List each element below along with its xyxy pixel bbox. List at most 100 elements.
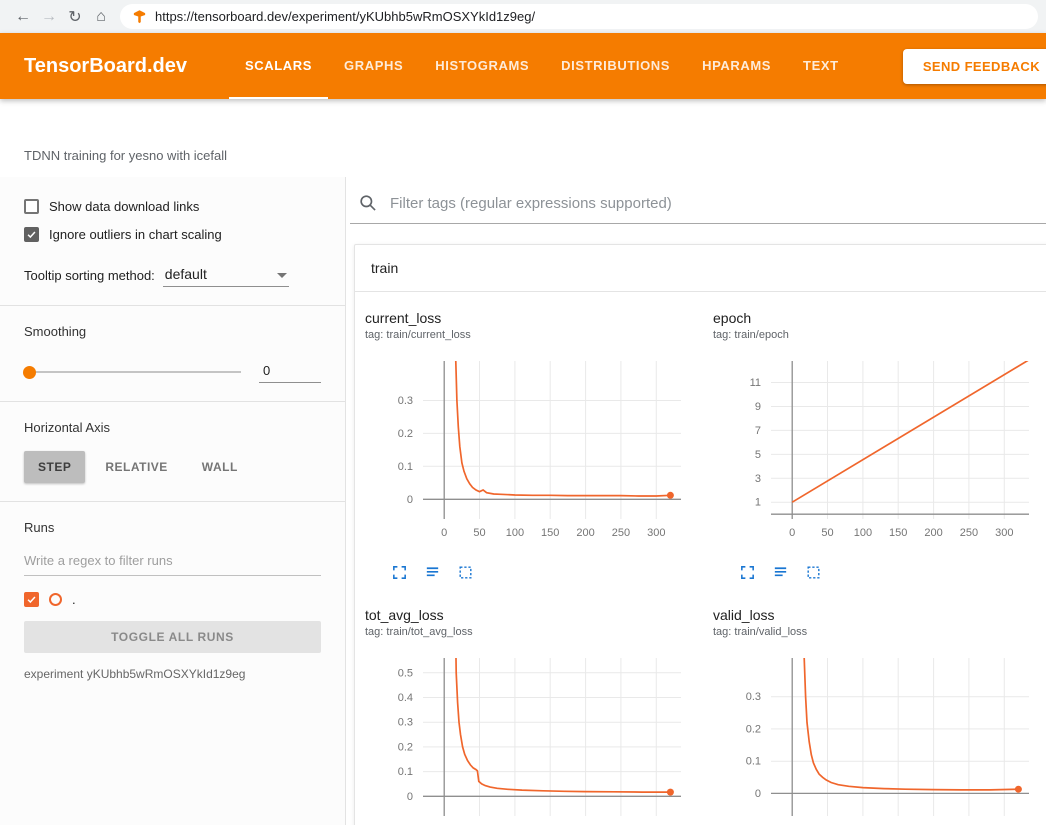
tab-hparams[interactable]: HPARAMS <box>686 33 787 99</box>
slider-thumb[interactable] <box>23 366 36 379</box>
chart-tot_avg_loss: tot_avg_loss tag: train/tot_avg_loss 0 0.1 0… <box>365 607 705 825</box>
axis-button-wall[interactable]: WALL <box>188 451 252 483</box>
svg-text:250: 250 <box>960 527 978 539</box>
chart-toolbar <box>713 564 1046 581</box>
chart-plot-container: 00.10.20.3050100150200250300 <box>365 353 705 560</box>
runs-filter <box>24 549 321 576</box>
chart-plot[interactable]: 00.10.20.30.40.5050100150200250300 <box>365 650 695 825</box>
axis-button-relative[interactable]: RELATIVE <box>91 451 181 483</box>
train-group-header[interactable]: train <box>355 245 1046 292</box>
expand-chart-icon[interactable] <box>391 564 408 581</box>
chart-title: tot_avg_loss <box>365 607 705 623</box>
chart-plot-container: 00.10.20.3050100150200250300 <box>713 650 1046 825</box>
sidebar: Show data download links Ignore outliers… <box>0 177 346 825</box>
chart-toolbar <box>365 564 705 581</box>
svg-text:50: 50 <box>821 527 833 539</box>
svg-text:0.4: 0.4 <box>398 692 413 704</box>
divider <box>0 501 345 502</box>
svg-text:7: 7 <box>755 425 761 437</box>
run-color-indicator-icon <box>49 593 62 606</box>
home-icon[interactable]: ⌂ <box>88 8 114 26</box>
smoothing-slider-row: 0 <box>24 361 321 383</box>
url-text: https://tensorboard.dev/experiment/yKUbh… <box>155 9 535 24</box>
experiment-title-bar: TDNN training for yesno with icefall <box>0 99 1046 177</box>
chart-tag: tag: train/current_loss <box>365 329 705 341</box>
send-feedback-button[interactable]: SEND FEEDBACK <box>903 49 1046 84</box>
ignore-outliers-row[interactable]: Ignore outliers in chart scaling <box>24 227 321 242</box>
show-download-label: Show data download links <box>49 199 199 214</box>
ignore-outliers-checkbox[interactable] <box>24 227 39 242</box>
chart-title: epoch <box>713 310 1046 326</box>
log-scale-toggle-icon[interactable] <box>424 564 441 581</box>
svg-text:200: 200 <box>576 527 594 539</box>
toggle-all-runs-button[interactable]: TOGGLE ALL RUNS <box>24 621 321 653</box>
filter-tags-input[interactable] <box>388 194 1038 213</box>
app-logo[interactable]: TensorBoard.dev <box>24 55 187 78</box>
svg-text:0: 0 <box>755 788 761 800</box>
fit-domain-icon[interactable] <box>805 564 822 581</box>
svg-text:150: 150 <box>889 527 907 539</box>
svg-text:150: 150 <box>541 527 559 539</box>
svg-text:0: 0 <box>407 494 413 506</box>
chart-tag: tag: train/tot_avg_loss <box>365 626 705 638</box>
log-scale-toggle-icon[interactable] <box>772 564 789 581</box>
svg-text:9: 9 <box>755 401 761 413</box>
smoothing-label: Smoothing <box>24 324 321 339</box>
train-card: train current_loss tag: train/current_los… <box>354 244 1046 825</box>
svg-text:0: 0 <box>441 527 447 539</box>
tab-histograms[interactable]: HISTOGRAMS <box>419 33 545 99</box>
chart-plot[interactable]: 00.10.20.3050100150200250300 <box>713 650 1043 825</box>
expand-chart-icon[interactable] <box>739 564 756 581</box>
reload-icon[interactable]: ↻ <box>62 7 88 27</box>
divider <box>0 401 345 402</box>
runs-regex-input[interactable] <box>24 549 321 576</box>
chart-epoch: epochtag: train/epoch1357911050100150200… <box>713 310 1046 581</box>
smoothing-slider[interactable] <box>24 371 241 373</box>
svg-text:0.1: 0.1 <box>398 766 413 778</box>
run-item: . <box>24 592 321 607</box>
svg-text:300: 300 <box>647 527 665 539</box>
page-content: Show data download links Ignore outliers… <box>0 177 1046 825</box>
svg-text:0.2: 0.2 <box>398 741 413 753</box>
chart-plot[interactable]: 1357911050100150200250300 <box>713 353 1043 555</box>
horizontal-axis-label: Horizontal Axis <box>24 420 321 435</box>
address-bar[interactable]: https://tensorboard.dev/experiment/yKUbh… <box>120 4 1038 29</box>
svg-text:0.3: 0.3 <box>746 691 761 703</box>
search-icon <box>358 193 378 213</box>
header-tabs: SCALARSGRAPHSHISTOGRAMSDISTRIBUTIONSHPAR… <box>229 33 855 99</box>
experiment-caption: experiment yKUbhb5wRmOSXYkId1z9eg <box>24 667 321 681</box>
svg-text:100: 100 <box>506 527 524 539</box>
fit-domain-icon[interactable] <box>457 564 474 581</box>
run-checkbox[interactable] <box>24 592 39 607</box>
svg-text:11: 11 <box>750 377 761 389</box>
tooltip-sorting-row: Tooltip sorting method: default <box>24 264 321 287</box>
main-content: train current_loss tag: train/current_los… <box>346 177 1046 825</box>
svg-text:0: 0 <box>407 791 413 803</box>
chart-plot[interactable]: 00.10.20.3050100150200250300 <box>365 353 695 555</box>
chart-valid_loss: valid_losstag: train/valid_loss00.10.20.… <box>713 607 1046 825</box>
app-header: TensorBoard.dev SCALARSGRAPHSHISTOGRAMSD… <box>0 33 1046 99</box>
chart-current_loss: current_loss tag: train/current_loss 0 0.1 0… <box>365 310 705 581</box>
forward-icon[interactable]: → <box>36 8 62 26</box>
axis-buttons: STEPRELATIVEWALL <box>24 451 321 483</box>
axis-button-step[interactable]: STEP <box>24 451 85 483</box>
svg-text:200: 200 <box>924 527 942 539</box>
svg-text:0.1: 0.1 <box>398 461 413 473</box>
chart-title: current_loss <box>365 310 705 326</box>
smoothing-value-input[interactable]: 0 <box>259 361 321 383</box>
svg-text:0: 0 <box>789 527 795 539</box>
svg-text:300: 300 <box>995 527 1013 539</box>
tooltip-sorting-select[interactable]: default <box>163 264 289 287</box>
svg-text:0.5: 0.5 <box>398 667 413 679</box>
show-download-links-row[interactable]: Show data download links <box>24 199 321 214</box>
tab-distributions[interactable]: DISTRIBUTIONS <box>545 33 686 99</box>
svg-text:0.3: 0.3 <box>398 395 413 407</box>
tab-text[interactable]: TEXT <box>787 33 855 99</box>
svg-text:3: 3 <box>755 473 761 485</box>
tab-scalars[interactable]: SCALARS <box>229 33 328 99</box>
svg-text:50: 50 <box>473 527 485 539</box>
tooltip-sorting-label: Tooltip sorting method: <box>24 268 155 283</box>
back-icon[interactable]: ← <box>10 8 36 26</box>
tab-graphs[interactable]: GRAPHS <box>328 33 419 99</box>
show-download-checkbox[interactable] <box>24 199 39 214</box>
